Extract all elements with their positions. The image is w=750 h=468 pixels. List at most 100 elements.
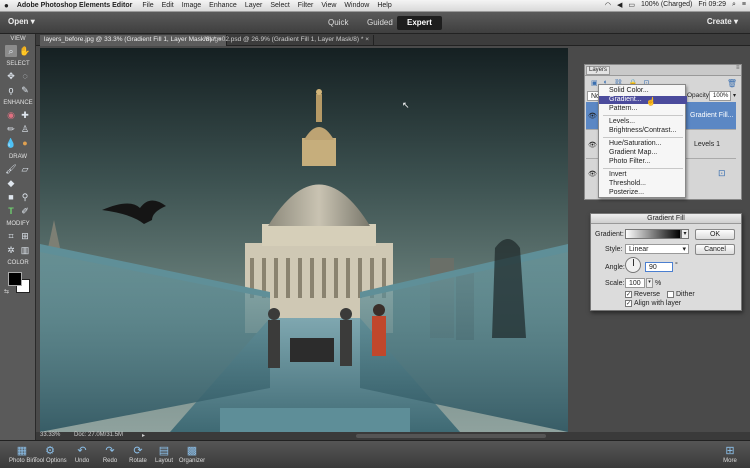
- battery-icon[interactable]: ▭: [628, 1, 635, 9]
- straighten-tool-icon[interactable]: ▥: [19, 244, 31, 256]
- zoom-tool-icon[interactable]: ⌕: [5, 45, 17, 57]
- menu-window[interactable]: Window: [344, 2, 369, 9]
- clone-stamp-tool-icon[interactable]: ♙: [19, 123, 31, 135]
- layer-name[interactable]: Levels 1: [694, 141, 720, 148]
- zoom-level[interactable]: 33.33%: [40, 432, 60, 438]
- mode-quick[interactable]: Quick: [318, 16, 358, 30]
- pencil-tool-icon[interactable]: ✐: [19, 205, 31, 217]
- chevron-down-icon[interactable]: ▾: [646, 278, 653, 288]
- panel-menu-icon[interactable]: ≡: [736, 65, 740, 71]
- status-arrow-icon[interactable]: ▸: [142, 432, 145, 439]
- align-with-layer-checkbox[interactable]: ✓: [625, 300, 632, 307]
- organizer-button[interactable]: ▩ Organizer: [172, 444, 212, 464]
- menu-item-hue-saturation[interactable]: Hue/Saturation...: [599, 140, 687, 148]
- menu-enhance[interactable]: Enhance: [209, 2, 237, 9]
- menu-item-invert[interactable]: Invert: [599, 171, 687, 179]
- list-icon[interactable]: ≡: [742, 1, 746, 9]
- shape-tool-icon[interactable]: ■: [5, 191, 17, 203]
- menu-view[interactable]: View: [321, 2, 336, 9]
- sponge-tool-icon[interactable]: ●: [19, 137, 31, 149]
- angle-dial[interactable]: [625, 257, 641, 273]
- spot-healing-tool-icon[interactable]: ✚: [19, 109, 31, 121]
- volume-icon[interactable]: ◀: [617, 1, 622, 9]
- toolbox: VIEW ⌕ ✋ SELECT ✥ ◌ ϙ ✎ ENHANCE ◉ ✚ ✏ ♙ …: [0, 34, 36, 440]
- eye-icon[interactable]: 👁: [588, 141, 597, 149]
- gradient-swatch[interactable]: [625, 229, 681, 239]
- clock[interactable]: Fri 09:29: [698, 1, 726, 9]
- tab-image02[interactable]: image02.psd @ 26.9% (Gradient Fill 1, La…: [200, 35, 375, 46]
- open-button[interactable]: Open ▾: [8, 17, 35, 26]
- lasso-tool-icon[interactable]: ϙ: [5, 84, 17, 96]
- menu-edit[interactable]: Edit: [162, 2, 174, 9]
- menu-item-posterize[interactable]: Posterize...: [599, 189, 687, 197]
- swap-colors-icon[interactable]: ⇆: [4, 288, 10, 295]
- hand-tool-icon[interactable]: ✋: [19, 45, 31, 57]
- create-button[interactable]: Create ▾: [707, 17, 738, 26]
- horizontal-scrollbar[interactable]: [356, 434, 546, 438]
- eraser-tool-icon[interactable]: ▱: [19, 163, 31, 175]
- more-button[interactable]: ⊞ More: [710, 444, 750, 464]
- opacity-field[interactable]: 100%: [709, 91, 731, 101]
- layers-tab[interactable]: Layers: [586, 66, 610, 75]
- ok-button[interactable]: OK: [695, 229, 735, 240]
- menu-item-photo-filter[interactable]: Photo Filter...: [599, 158, 687, 166]
- menu-item-gradient-map[interactable]: Gradient Map...: [599, 149, 687, 157]
- degree-symbol: °: [675, 262, 678, 269]
- new-layer-icon[interactable]: ▣: [591, 79, 598, 89]
- cancel-button[interactable]: Cancel: [695, 244, 735, 255]
- brush-tool-icon[interactable]: 🖌: [5, 163, 17, 175]
- layer-name[interactable]: Gradient Fill...: [690, 112, 734, 119]
- menu-filter[interactable]: Filter: [298, 2, 314, 9]
- recompose-tool-icon[interactable]: ⊞: [19, 230, 31, 242]
- eyedropper-tool-icon[interactable]: ⚲: [19, 191, 31, 203]
- crop-tool-icon[interactable]: ⌗: [5, 230, 17, 242]
- tab-layers-before[interactable]: layers_before.jpg @ 33.3% (Gradient Fill…: [40, 35, 227, 46]
- menu-help[interactable]: Help: [377, 2, 391, 9]
- red-eye-tool-icon[interactable]: ◉: [5, 109, 17, 121]
- close-icon[interactable]: ×: [365, 36, 369, 43]
- reverse-checkbox[interactable]: ✓: [625, 291, 632, 298]
- type-tool-icon[interactable]: T: [5, 205, 17, 217]
- chevron-down-icon: ▾: [682, 246, 686, 253]
- content-aware-move-tool-icon[interactable]: ✲: [5, 244, 17, 256]
- blur-tool-icon[interactable]: 💧: [5, 137, 17, 149]
- move-tool-icon[interactable]: ✥: [5, 70, 17, 82]
- trash-icon[interactable]: 🗑: [727, 79, 737, 88]
- chevron-down-icon[interactable]: ▾: [733, 92, 736, 99]
- smart-brush-tool-icon[interactable]: ✏: [5, 123, 17, 135]
- angle-field[interactable]: 90: [645, 262, 673, 272]
- eye-icon[interactable]: 👁: [588, 170, 597, 178]
- menu-item-brightness-contrast[interactable]: Brightness/Contrast...: [599, 127, 687, 135]
- menu-layer[interactable]: Layer: [245, 2, 263, 9]
- menu-bar: ● Adobe Photoshop Elements Editor File E…: [0, 0, 750, 12]
- status-bar: 33.33% Doc: 27.0M/31.5M ▸: [36, 432, 750, 440]
- eye-icon[interactable]: 👁: [588, 112, 597, 120]
- app-name[interactable]: Adobe Photoshop Elements Editor: [17, 2, 133, 9]
- dither-label: Dither: [676, 291, 695, 298]
- menu-file[interactable]: File: [142, 2, 153, 9]
- dither-checkbox[interactable]: [667, 291, 674, 298]
- menu-select[interactable]: Select: [270, 2, 289, 9]
- foreground-color-swatch[interactable]: [8, 272, 22, 286]
- battery-status[interactable]: 100% (Charged): [641, 1, 692, 9]
- menu-image[interactable]: Image: [182, 2, 201, 9]
- menu-item-pattern[interactable]: Pattern...: [599, 105, 687, 113]
- align-with-layer-label: Align with layer: [634, 300, 682, 307]
- quick-selection-tool-icon[interactable]: ✎: [19, 84, 31, 96]
- marquee-tool-icon[interactable]: ◌: [19, 70, 31, 82]
- scale-field[interactable]: 100: [625, 278, 645, 288]
- menu-item-solid-color[interactable]: Solid Color...: [599, 87, 687, 95]
- menu-item-gradient[interactable]: Gradient...: [599, 96, 687, 104]
- paint-bucket-tool-icon[interactable]: ◆: [5, 177, 17, 189]
- style-select[interactable]: Linear ▾: [625, 244, 689, 254]
- mode-expert[interactable]: Expert: [397, 16, 442, 30]
- apple-icon[interactable]: ●: [4, 1, 9, 10]
- mode-guided[interactable]: Guided: [357, 16, 403, 30]
- chevron-down-icon[interactable]: ▾: [681, 229, 689, 239]
- wifi-icon[interactable]: ◠: [605, 1, 611, 9]
- menu-item-threshold[interactable]: Threshold...: [599, 180, 687, 188]
- gradient-tool-icon[interactable]: [19, 177, 31, 189]
- image-canvas[interactable]: ↖: [40, 48, 568, 432]
- menu-item-levels[interactable]: Levels...: [599, 118, 687, 126]
- spotlight-icon[interactable]: ⌕: [732, 1, 736, 9]
